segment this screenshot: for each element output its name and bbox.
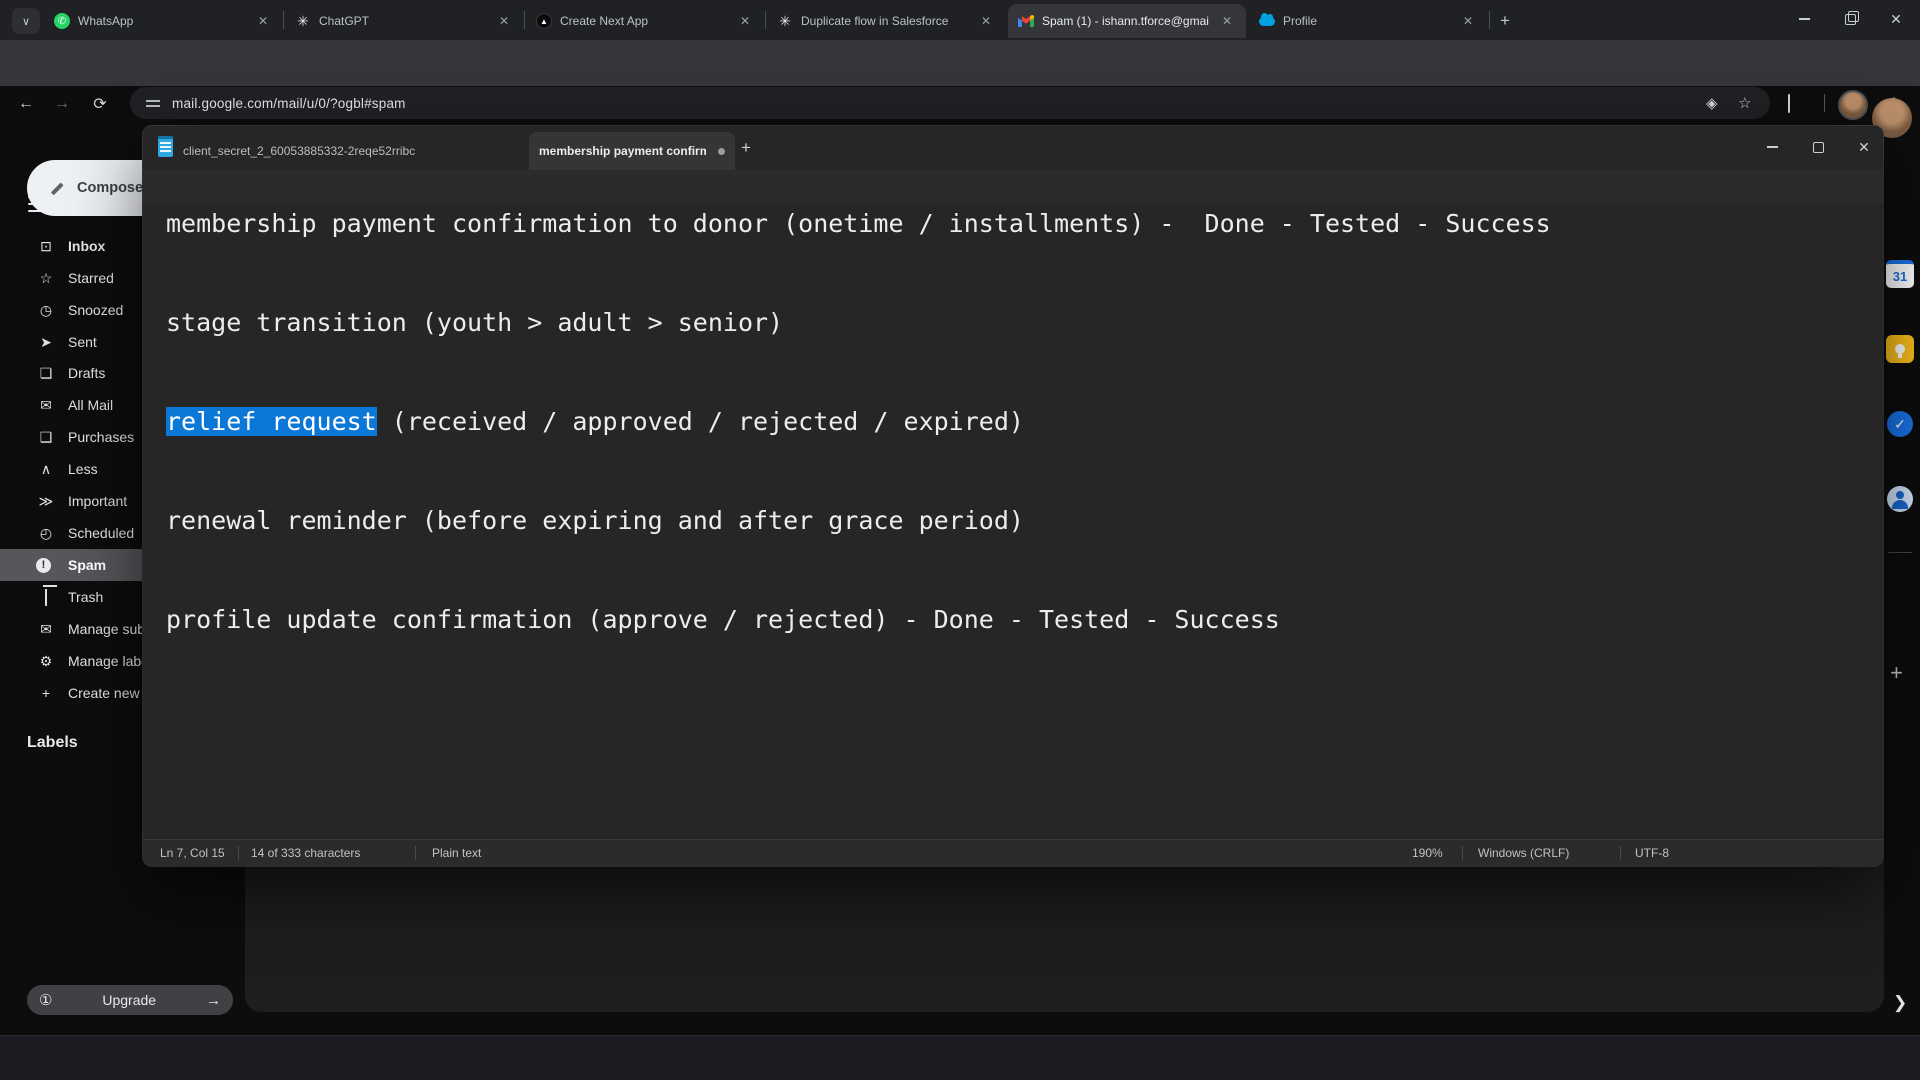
arrow-right-icon (206, 992, 221, 1009)
whatsapp-icon (54, 13, 70, 29)
inbox-icon (36, 238, 56, 255)
cursor-position: Ln 7, Col 15 (160, 846, 225, 860)
close-tab-icon[interactable] (977, 12, 995, 30)
upgrade-button[interactable]: Upgrade (27, 985, 233, 1015)
tab-search-button[interactable] (12, 8, 40, 34)
nextjs-icon (536, 13, 552, 29)
close-tab-icon[interactable] (495, 12, 513, 30)
notepad-text-area[interactable]: membership payment confirmation to donor… (143, 203, 1883, 840)
close-tab-icon[interactable] (736, 12, 754, 30)
salesforce-cloud-icon (1259, 13, 1275, 29)
trash-icon (36, 589, 56, 605)
star-icon (36, 270, 56, 287)
window-minimize-button[interactable] (1781, 0, 1827, 38)
keep-icon[interactable] (1886, 335, 1914, 363)
envelope-icon (36, 397, 56, 414)
gmail-icon (1018, 13, 1034, 29)
encoding: UTF-8 (1635, 846, 1669, 860)
browser-tab-chatgpt[interactable]: ChatGPT (285, 4, 523, 38)
browser-tab-next-app[interactable]: Create Next App (526, 4, 764, 38)
chevron-up-icon (36, 461, 56, 478)
tab-separator (765, 11, 766, 29)
tab-separator (283, 11, 284, 29)
gear-icon (36, 653, 56, 670)
clock-icon (36, 302, 56, 319)
browser-tab-gmail-spam[interactable]: Spam (1) - ishann.tforce@gmai (1008, 4, 1246, 38)
selected-text: relief request (166, 407, 377, 436)
send-icon (36, 334, 56, 351)
zoom-level[interactable]: 190% (1412, 846, 1443, 860)
taskbar: 78°FMostly sunny Search >_ Pg PC (0, 1035, 1920, 1080)
browser-tab-salesforce-flow[interactable]: Duplicate flow in Salesforce (767, 4, 1005, 38)
notepad-app-icon (158, 138, 173, 157)
scheduled-send-icon (36, 525, 56, 542)
maximize-icon (1813, 142, 1824, 153)
chatgpt-icon (777, 13, 793, 29)
text-line-1: membership payment confirmation to donor… (166, 207, 1883, 240)
notepad-window: client_secret_2_60053885332-2reqe52rribc… (143, 126, 1883, 866)
close-tab-icon[interactable] (254, 12, 272, 30)
notepad-maximize-button[interactable] (1795, 126, 1841, 168)
important-marker-icon (36, 493, 56, 510)
new-tab-button[interactable] (1494, 10, 1516, 32)
window-close-button[interactable] (1873, 0, 1919, 38)
notepad-close-button[interactable] (1841, 126, 1887, 168)
draft-icon (36, 365, 56, 382)
browser-tab-strip: WhatsApp ChatGPT Create Next App Duplica… (0, 0, 1920, 40)
tab-separator (1489, 11, 1490, 29)
restore-icon (1845, 14, 1856, 25)
contacts-icon[interactable] (1886, 485, 1914, 513)
side-panel-divider (1888, 552, 1912, 553)
notepad-new-tab-button[interactable] (741, 138, 751, 158)
notepad-tab-membership[interactable]: membership payment confirmation (529, 132, 735, 170)
text-line-5: profile update confirmation (approve / r… (166, 603, 1883, 636)
side-panel-toggle-icon[interactable] (1893, 993, 1907, 1013)
spam-icon (36, 558, 56, 573)
notepad-tab-client-secret[interactable]: client_secret_2_60053885332-2reqe52rribc (183, 132, 523, 170)
browser-address-bar: mail.google.com/mail/u/0/?ogbl#spam (0, 40, 1920, 86)
minimize-icon (1799, 18, 1810, 20)
close-tab-icon[interactable] (1218, 12, 1236, 30)
minimize-icon (1767, 146, 1778, 148)
unsubscribe-icon (36, 621, 56, 638)
plus-icon (36, 685, 56, 701)
desktop: WhatsApp ChatGPT Create Next App Duplica… (0, 0, 1920, 1080)
notepad-minimize-button[interactable] (1749, 126, 1795, 168)
browser-tab-whatsapp[interactable]: WhatsApp (44, 4, 282, 38)
calendar-icon[interactable]: 31 (1886, 260, 1914, 288)
text-line-3: relief request (received / approved / re… (166, 405, 1883, 438)
text-line-2: stage transition (youth > adult > senior… (166, 306, 1883, 339)
line-ending: Windows (CRLF) (1478, 846, 1569, 860)
pencil-icon (49, 181, 63, 195)
get-addons-icon[interactable] (1890, 660, 1903, 686)
notepad-titlebar[interactable]: client_secret_2_60053885332-2reqe52rribc… (143, 126, 1883, 170)
text-line-4: renewal reminder (before expiring and af… (166, 504, 1883, 537)
notepad-menubar: File Edit View H1 B I Ab (143, 170, 1883, 203)
close-tab-icon[interactable] (1459, 12, 1477, 30)
shopping-bag-icon (36, 429, 56, 446)
notepad-status-bar: Ln 7, Col 15 14 of 333 characters Plain … (143, 839, 1883, 867)
labels-heading: Labels (27, 734, 78, 752)
character-count: 14 of 333 characters (251, 846, 360, 860)
browser-tab-profile[interactable]: Profile (1249, 4, 1487, 38)
tab-separator (524, 11, 525, 29)
chatgpt-icon (295, 13, 311, 29)
upgrade-badge-icon (39, 991, 52, 1009)
document-mode: Plain text (432, 846, 481, 860)
window-maximize-button[interactable] (1827, 0, 1873, 38)
unsaved-dot-icon (718, 148, 725, 155)
tasks-icon[interactable] (1886, 410, 1914, 438)
